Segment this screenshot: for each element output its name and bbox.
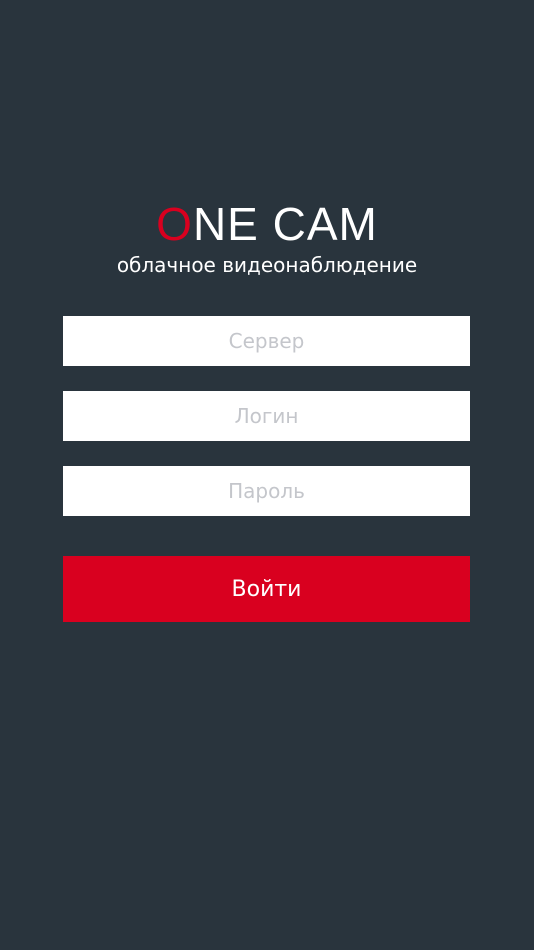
login-input[interactable]	[63, 391, 470, 441]
password-input[interactable]	[63, 466, 470, 516]
login-button[interactable]: Войти	[63, 556, 470, 622]
logo-letter-o: O	[156, 198, 193, 250]
app-tagline: облачное видеонаблюдение	[116, 253, 418, 277]
server-input[interactable]	[63, 316, 470, 366]
logo-text: NE CAM	[192, 198, 378, 250]
app-logo: ONE CAM	[0, 198, 534, 250]
